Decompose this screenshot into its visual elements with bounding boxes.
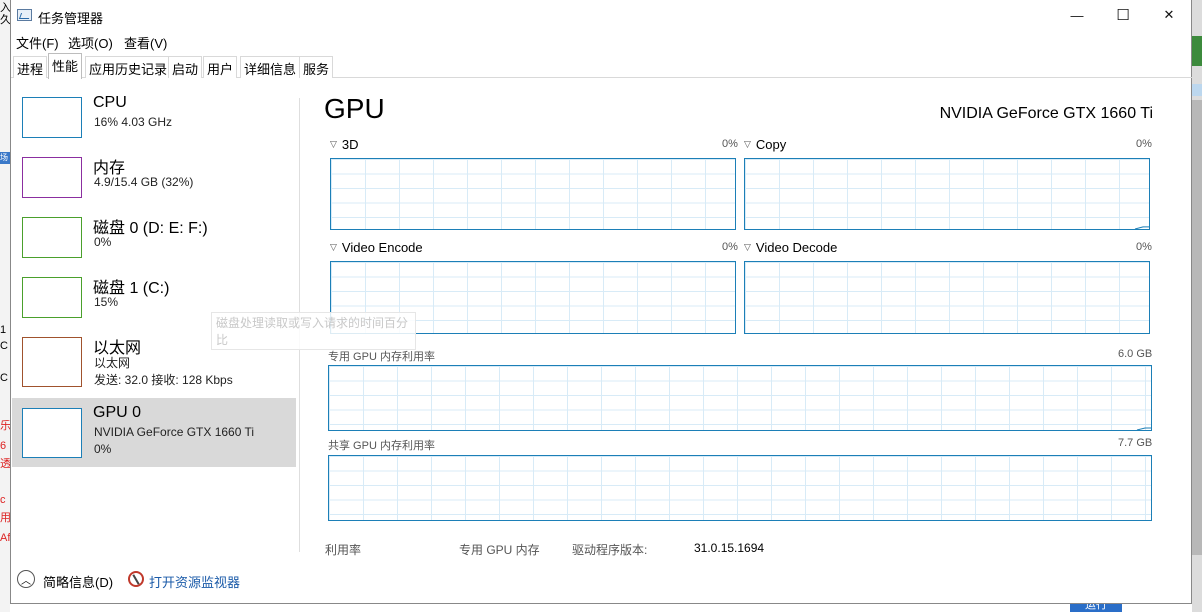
usage-line [1134, 226, 1149, 229]
chevron-up-icon[interactable]: ︿ [17, 570, 35, 588]
sidebar-item-detail: 16% 4.03 GHz [94, 115, 173, 129]
bg-strip [1192, 84, 1202, 96]
bg-scrollbar-thumb [1192, 100, 1202, 555]
tab-users[interactable]: 用户 [203, 56, 238, 78]
sidebar-item-detail: NVIDIA GeForce GTX 1660 Ti [94, 425, 255, 439]
driver-version-label: 驱动程序版本: [572, 543, 648, 557]
minimize-button[interactable]: — [1054, 0, 1100, 30]
window-title: 任务管理器 [38, 11, 104, 26]
usage-line [1136, 427, 1151, 430]
engine-3d-label[interactable]: ▽ 3D [330, 137, 359, 152]
cpu-mini-graph [22, 97, 82, 138]
title-bar[interactable]: 任务管理器 — ☐ ✕ [11, 0, 1192, 30]
tab-startup[interactable]: 启动 [168, 56, 203, 78]
utilization-stat-label: 利用率 [325, 543, 362, 557]
tab-services[interactable]: 服务 [299, 56, 334, 78]
tab-details[interactable]: 详细信息 [240, 56, 301, 78]
bg-strip [1192, 36, 1202, 66]
chevron-down-icon: ▽ [330, 242, 337, 252]
disk-tooltip: 磁盘处理读取或写入请求的时间百分比 [211, 312, 416, 350]
engine-copy-label[interactable]: ▽ Copy [744, 137, 786, 152]
sidebar-item-usage: 0% [94, 442, 112, 456]
gpu-0-mini-graph [22, 408, 82, 458]
bg-fragment: 用 [0, 512, 10, 524]
sidebar-item-disk-0[interactable]: 磁盘 0 (D: E: F:) 0% [12, 208, 296, 276]
disk-1-mini-graph [22, 277, 82, 318]
bg-fragment: 1 [0, 324, 7, 336]
bg-fragment: C [0, 372, 8, 384]
engine-video-decode-label[interactable]: ▽ Video Decode [744, 240, 837, 255]
ethernet-mini-graph [22, 337, 82, 387]
driver-version-value: 31.0.15.1694 [694, 541, 765, 555]
tab-processes[interactable]: 进程 [13, 56, 48, 78]
engine-copy-percent: 0% [1136, 138, 1152, 150]
tab-bar: 进程 性能 应用历史记录 启动 用户 详细信息 服务 [11, 52, 1192, 79]
bg-fragment: 透 [0, 458, 10, 470]
dedicated-memory-graph [328, 365, 1152, 431]
chevron-down-icon: ▽ [744, 139, 751, 149]
shared-memory-max: 7.7 GB [1118, 437, 1153, 449]
task-manager-window: 任务管理器 — ☐ ✕ 文件(F) 选项(O) 查看(V) 进程 性能 应用历史… [10, 0, 1192, 604]
sidebar-item-detail: 15% [94, 295, 119, 309]
bg-fragment: 乐 [0, 420, 10, 432]
engine-3d-graph [330, 158, 736, 230]
sidebar-item-detail: 以太网 [94, 356, 131, 370]
page-title: GPU [324, 93, 385, 124]
usage-line-path [1136, 427, 1151, 430]
fewer-details-button[interactable]: 简略信息(D) [43, 572, 113, 591]
maximize-button[interactable]: ☐ [1100, 0, 1146, 30]
engine-3d-percent: 0% [722, 138, 738, 150]
engine-copy-graph [744, 158, 1150, 230]
resource-monitor-icon [128, 571, 144, 587]
shared-memory-graph [328, 455, 1152, 521]
bg-fragment: 场 [0, 152, 10, 164]
sidebar-item-gpu-0[interactable]: GPU 0 NVIDIA GeForce GTX 1660 Ti 0% [12, 398, 296, 467]
sidebar-item-title: CPU [93, 94, 127, 111]
bg-fragment: Af [0, 532, 10, 544]
engine-video-decode-graph [744, 261, 1150, 334]
gpu-device-name: NVIDIA GeForce GTX 1660 Ti [939, 105, 1153, 122]
memory-mini-graph [22, 157, 82, 198]
sidebar-item-detail: 0% [94, 235, 112, 249]
dedicated-memory-max: 6.0 GB [1118, 348, 1153, 360]
disk-0-mini-graph [22, 217, 82, 258]
dedicated-memory-label: 专用 GPU 内存利用率 [328, 351, 435, 363]
close-button[interactable]: ✕ [1146, 0, 1192, 30]
bg-fragment: C [0, 340, 8, 352]
menu-bar: 文件(F) 选项(O) 查看(V) [11, 30, 1192, 52]
sidebar-item-title: GPU 0 [93, 404, 142, 421]
bg-fragment: 入 [0, 2, 10, 14]
engine-video-decode-percent: 0% [1136, 241, 1152, 253]
bg-fragment: c [0, 494, 6, 506]
menu-options[interactable]: 选项(O) [68, 33, 113, 52]
task-manager-icon [17, 9, 32, 21]
sidebar-item-detail: 4.9/15.4 GB (32%) [94, 175, 194, 189]
bg-fragment: 久 [0, 14, 10, 26]
menu-file[interactable]: 文件(F) [16, 33, 59, 52]
bg-fragment: 6 [0, 440, 7, 452]
chevron-down-icon: ▽ [744, 242, 751, 252]
background-right-edge [1192, 0, 1202, 612]
open-resource-monitor-link[interactable]: 打开资源监视器 [149, 572, 240, 591]
sidebar-item-memory[interactable]: 内存 4.9/15.4 GB (32%) [12, 148, 296, 216]
sidebar-item-cpu[interactable]: CPU 16% 4.03 GHz [12, 88, 296, 156]
background-left-edge: 入 久 场 1 C C 乐 6 透 c 用 Af [0, 0, 10, 612]
chevron-down-icon: ▽ [330, 139, 337, 149]
shared-memory-label: 共享 GPU 内存利用率 [328, 440, 435, 452]
footer-bar: ︿ 简略信息(D) 打开资源监视器 [11, 562, 1192, 596]
engine-video-encode-percent: 0% [722, 241, 738, 253]
tab-performance[interactable]: 性能 [48, 53, 83, 79]
tab-app-history[interactable]: 应用历史记录 [85, 56, 172, 78]
usage-line-path [1134, 226, 1149, 229]
sidebar-item-throughput: 发送: 32.0 接收: 128 Kbps [94, 373, 233, 387]
engine-video-encode-label[interactable]: ▽ Video Encode [330, 240, 423, 255]
menu-view[interactable]: 查看(V) [124, 33, 167, 52]
dedicated-memory-stat-label: 专用 GPU 内存 [459, 543, 540, 557]
